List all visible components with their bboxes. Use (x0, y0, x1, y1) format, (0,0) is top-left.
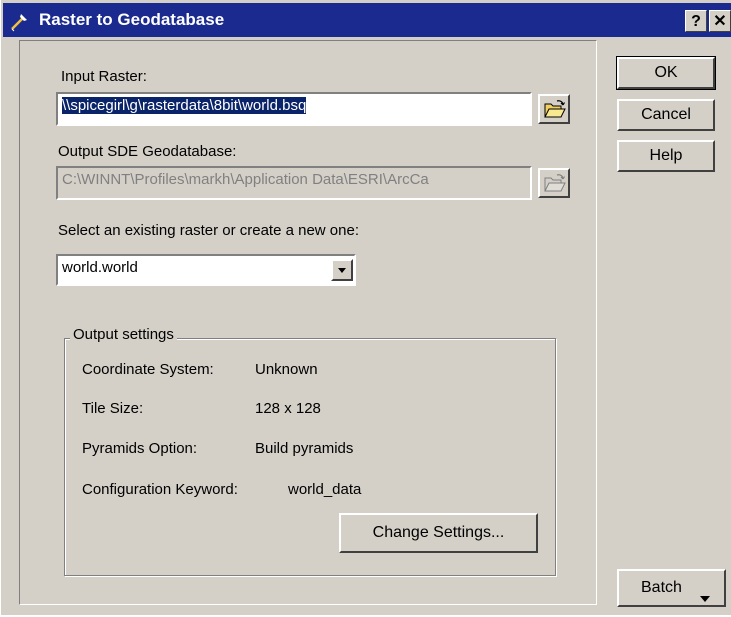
change-settings-button[interactable]: Change Settings... (339, 513, 538, 553)
batch-button[interactable]: Batch (617, 569, 726, 607)
input-browse-button[interactable] (538, 94, 570, 124)
output-geodatabase-value: C:\WINNT\Profiles\markh\Application Data… (62, 171, 429, 188)
pyramids-option-value: Build pyramids (255, 440, 354, 457)
ok-button[interactable]: OK (616, 56, 716, 90)
output-settings-title: Output settings (70, 326, 177, 343)
output-geodatabase-field[interactable]: C:\WINNT\Profiles\markh\Application Data… (56, 166, 532, 200)
tool-icon (9, 10, 31, 32)
coordinate-system-label: Coordinate System: (82, 361, 214, 378)
window-frame-left (0, 0, 3, 615)
raster-select-combo[interactable]: world.world (56, 254, 356, 286)
configuration-keyword-label: Configuration Keyword: (82, 481, 238, 498)
window-title: Raster to Geodatabase (39, 10, 225, 29)
pyramids-option-label: Pyramids Option: (82, 440, 198, 457)
batch-label: Batch (641, 579, 682, 596)
raster-select-dropdown-button[interactable] (331, 259, 353, 281)
tile-size-value: 128 x 128 (255, 400, 321, 417)
help-button[interactable]: Help (617, 140, 715, 172)
raster-select-value: world.world (62, 259, 138, 276)
coordinate-system-value: Unknown (255, 361, 318, 378)
close-button[interactable]: ✕ (709, 10, 731, 32)
configuration-keyword-value: world_data (288, 481, 362, 498)
dialog-window: Raster to Geodatabase ? ✕ Input Raster: … (0, 0, 731, 615)
output-browse-button[interactable] (538, 168, 570, 198)
input-raster-label: Input Raster: (61, 68, 147, 85)
input-raster-value: \\spicegirl\g\rasterdata\8bit\world.bsq (62, 97, 307, 114)
help-title-button[interactable]: ? (685, 10, 707, 32)
tile-size-label: Tile Size: (82, 400, 144, 417)
output-geodatabase-label: Output SDE Geodatabase: (58, 143, 237, 160)
input-raster-field[interactable]: \\spicegirl\g\rasterdata\8bit\world.bsq (56, 92, 532, 126)
title-bar[interactable]: Raster to Geodatabase ? ✕ (3, 3, 731, 37)
raster-select-label: Select an existing raster or create a ne… (58, 222, 359, 239)
cancel-button[interactable]: Cancel (617, 99, 715, 131)
triangle-down-icon (699, 583, 711, 617)
